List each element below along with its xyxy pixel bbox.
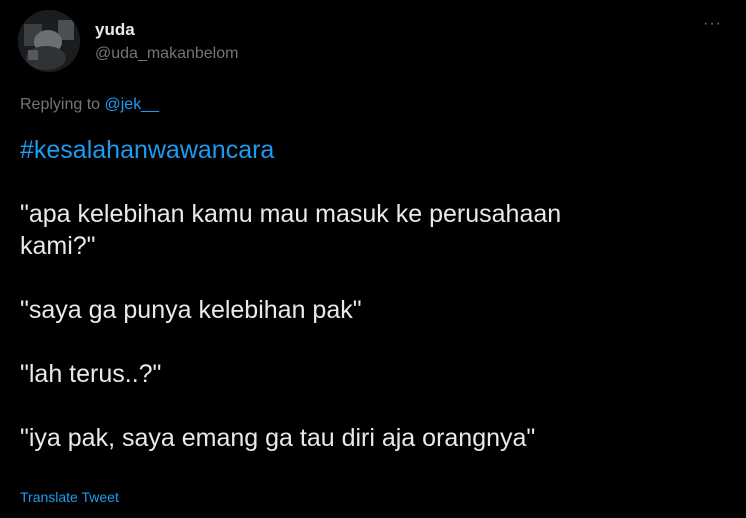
replying-to: Replying to @jek__: [20, 95, 159, 115]
translate-tweet-link[interactable]: Translate Tweet: [20, 488, 119, 506]
tweet-card: yuda @uda_makanbelom ··· Replying to @je…: [0, 0, 746, 518]
display-name[interactable]: yuda: [95, 20, 135, 40]
tweet-line: "apa kelebihan kamu mau masuk ke perusah…: [20, 198, 720, 262]
tweet-text: #kesalahanwawancara "apa kelebihan kamu …: [20, 134, 720, 454]
user-handle[interactable]: @uda_makanbelom: [95, 44, 238, 64]
avatar[interactable]: [18, 10, 80, 72]
more-options-icon[interactable]: ···: [703, 16, 722, 32]
tweet-line-1b: kami?": [20, 232, 96, 260]
tweet-line-3: "lah terus..?": [20, 360, 162, 388]
hashtag-link[interactable]: #kesalahanwawancara: [20, 136, 274, 164]
tweet-line-4: "iya pak, saya emang ga tau diri aja ora…: [20, 424, 536, 452]
mention-link[interactable]: @jek__: [105, 96, 160, 113]
replying-prefix: Replying to: [20, 96, 105, 113]
tweet-line-1a: "apa kelebihan kamu mau masuk ke perusah…: [20, 200, 562, 228]
profile-photo-icon: [18, 10, 80, 72]
tweet-line-2: "saya ga punya kelebihan pak": [20, 296, 362, 324]
